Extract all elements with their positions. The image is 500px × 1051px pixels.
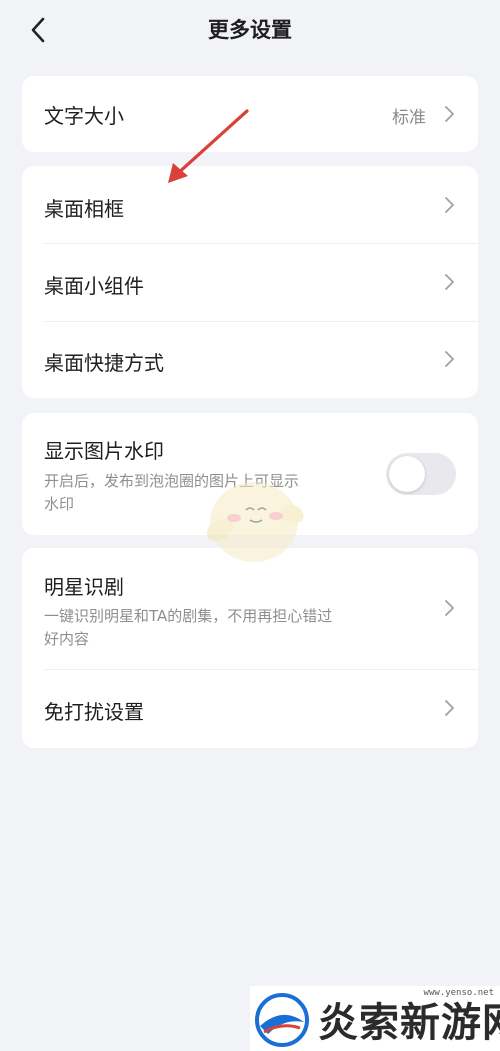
mascot-icon (206, 482, 304, 562)
toggle-knob (389, 456, 425, 492)
chevron-right-icon (445, 600, 454, 616)
image-watermark-toggle[interactable] (386, 453, 456, 495)
chevron-right-icon (445, 274, 454, 290)
more-settings-page: 更多设置 文字大小 标准 桌面相框 桌面小组件 桌面快捷方式 显示图片水印 开启… (0, 0, 500, 1051)
desktop-card: 桌面相框 桌面小组件 桌面快捷方式 (22, 166, 478, 398)
star-recognition-desc: 一键识别明星和TA的剧集，不用再担心错过 好内容 (44, 605, 332, 651)
star-recognition-label: 明星识剧 (44, 575, 124, 599)
desktop-frame-label: 桌面相框 (44, 197, 124, 221)
site-url: www.yenso.net (423, 988, 494, 998)
font-size-label: 文字大小 (44, 104, 124, 128)
font-size-value: 标准 (392, 108, 426, 128)
desc-line: 好内容 (44, 630, 90, 648)
do-not-disturb-row[interactable]: 免打扰设置 (22, 670, 478, 748)
image-watermark-label: 显示图片水印 (44, 439, 164, 463)
desktop-widget-label: 桌面小组件 (44, 274, 144, 298)
chevron-right-icon (445, 351, 454, 367)
page-title: 更多设置 (208, 18, 292, 42)
do-not-disturb-label: 免打扰设置 (44, 700, 144, 724)
desktop-shortcut-row[interactable]: 桌面快捷方式 (22, 322, 478, 398)
chevron-right-icon (445, 106, 454, 122)
star-card: 明星识剧 一键识别明星和TA的剧集，不用再担心错过 好内容 免打扰设置 (22, 548, 478, 748)
chevron-right-icon (445, 197, 454, 213)
annotation-arrow-icon (168, 109, 249, 183)
desc-line: 一键识别明星和TA的剧集，不用再担心错过 (44, 607, 333, 625)
site-brand: 炎索新游网 (318, 1000, 500, 1046)
site-watermark: 炎索新游网 www.yenso.net (250, 986, 500, 1051)
site-logo-icon (255, 993, 309, 1047)
chevron-right-icon (445, 700, 454, 716)
header: 更多设置 (0, 0, 500, 60)
desktop-shortcut-label: 桌面快捷方式 (44, 351, 164, 375)
desktop-widget-row[interactable]: 桌面小组件 (22, 244, 478, 321)
